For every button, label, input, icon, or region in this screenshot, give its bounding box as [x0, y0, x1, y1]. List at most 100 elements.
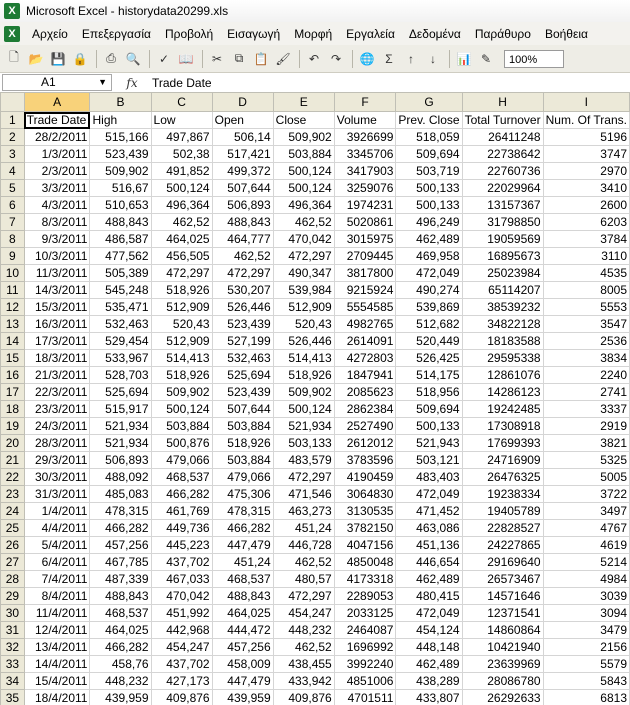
- row-header[interactable]: 18: [0, 400, 25, 418]
- cell-a23[interactable]: 31/3/2011: [23, 485, 91, 503]
- cell-e32[interactable]: 462,52: [272, 638, 335, 656]
- cell-a18[interactable]: 23/3/2011: [23, 400, 91, 418]
- cell-a16[interactable]: 21/3/2011: [23, 366, 91, 384]
- cell-c12[interactable]: 512,909: [150, 298, 213, 316]
- cell-i29[interactable]: 3039: [542, 587, 630, 605]
- cell-f17[interactable]: 2085623: [333, 383, 397, 401]
- cell-i35[interactable]: 6813: [542, 689, 630, 705]
- cell-f31[interactable]: 2464087: [333, 621, 397, 639]
- cell-a6[interactable]: 4/3/2011: [23, 196, 91, 214]
- cell-f13[interactable]: 4982765: [333, 315, 397, 333]
- cell-f4[interactable]: 3417903: [333, 162, 397, 180]
- cell-d1[interactable]: Open: [211, 111, 274, 129]
- cell-e15[interactable]: 514,413: [272, 349, 335, 367]
- cell-f19[interactable]: 2527490: [333, 417, 397, 435]
- cell-a26[interactable]: 5/4/2011: [23, 536, 91, 554]
- cell-g24[interactable]: 471,452: [395, 502, 463, 520]
- cell-h28[interactable]: 26573467: [461, 570, 544, 588]
- cell-d32[interactable]: 457,256: [211, 638, 274, 656]
- cell-h1[interactable]: Total Turnover: [461, 111, 544, 129]
- cell-h23[interactable]: 19238334: [461, 485, 544, 503]
- cell-f28[interactable]: 4173318: [333, 570, 397, 588]
- cell-d26[interactable]: 447,479: [211, 536, 274, 554]
- format-painter-icon[interactable]: 🖌: [273, 49, 293, 69]
- column-header-h[interactable]: H: [461, 92, 544, 112]
- cell-h11[interactable]: 65114207: [461, 281, 544, 299]
- cell-e16[interactable]: 518,926: [272, 366, 335, 384]
- cell-d13[interactable]: 523,439: [211, 315, 274, 333]
- cell-h4[interactable]: 22760736: [461, 162, 544, 180]
- cell-i25[interactable]: 4767: [542, 519, 630, 537]
- cell-c11[interactable]: 518,926: [150, 281, 213, 299]
- cell-d15[interactable]: 532,463: [211, 349, 274, 367]
- cell-i28[interactable]: 4984: [542, 570, 630, 588]
- cell-e18[interactable]: 500,124: [272, 400, 335, 418]
- cell-b19[interactable]: 521,934: [89, 417, 152, 435]
- cell-f8[interactable]: 3015975: [333, 230, 397, 248]
- cell-i23[interactable]: 3722: [542, 485, 630, 503]
- open-folder-icon[interactable]: 📂: [26, 49, 46, 69]
- column-header-a[interactable]: A: [23, 92, 91, 112]
- cell-h13[interactable]: 34822128: [461, 315, 544, 333]
- cell-c9[interactable]: 456,505: [150, 247, 213, 265]
- cell-b13[interactable]: 532,463: [89, 315, 152, 333]
- menu-edit[interactable]: Επεξεργασία: [76, 27, 159, 41]
- cell-h6[interactable]: 13157367: [461, 196, 544, 214]
- cell-i14[interactable]: 2536: [542, 332, 630, 350]
- cell-i5[interactable]: 3410: [542, 179, 630, 197]
- cell-d16[interactable]: 525,694: [211, 366, 274, 384]
- cell-g13[interactable]: 512,682: [395, 315, 463, 333]
- row-header[interactable]: 23: [0, 485, 25, 503]
- undo-icon[interactable]: ↶: [304, 49, 324, 69]
- cell-c16[interactable]: 518,926: [150, 366, 213, 384]
- cell-e33[interactable]: 438,455: [272, 655, 335, 673]
- cell-b28[interactable]: 487,339: [89, 570, 152, 588]
- cell-d3[interactable]: 517,421: [211, 145, 274, 163]
- cell-d12[interactable]: 526,446: [211, 298, 274, 316]
- cell-b33[interactable]: 458,76: [89, 655, 152, 673]
- chevron-down-icon[interactable]: ▼: [98, 75, 107, 90]
- cell-d10[interactable]: 472,297: [211, 264, 274, 282]
- cell-c13[interactable]: 520,43: [150, 315, 213, 333]
- cell-f22[interactable]: 4190459: [333, 468, 397, 486]
- row-header[interactable]: 20: [0, 434, 25, 452]
- cell-e13[interactable]: 520,43: [272, 315, 335, 333]
- cell-d28[interactable]: 468,537: [211, 570, 274, 588]
- cell-i34[interactable]: 5843: [542, 672, 630, 690]
- cell-i4[interactable]: 2970: [542, 162, 630, 180]
- cell-d11[interactable]: 530,207: [211, 281, 274, 299]
- cell-h18[interactable]: 19242485: [461, 400, 544, 418]
- cell-f15[interactable]: 4272803: [333, 349, 397, 367]
- cell-d35[interactable]: 439,959: [211, 689, 274, 705]
- cell-d17[interactable]: 523,439: [211, 383, 274, 401]
- column-header-f[interactable]: F: [333, 92, 397, 112]
- cell-i1[interactable]: Num. Of Trans.: [542, 111, 630, 129]
- cell-c31[interactable]: 442,968: [150, 621, 213, 639]
- research-icon[interactable]: 📖: [176, 49, 196, 69]
- cell-f30[interactable]: 2033125: [333, 604, 397, 622]
- cell-i2[interactable]: 5196: [542, 128, 630, 146]
- cell-c33[interactable]: 437,702: [150, 655, 213, 673]
- cell-d8[interactable]: 464,777: [211, 230, 274, 248]
- cell-b4[interactable]: 509,902: [89, 162, 152, 180]
- permission-icon[interactable]: 🔒: [70, 49, 90, 69]
- cell-h2[interactable]: 26411248: [461, 128, 544, 146]
- menu-window[interactable]: Παράθυρο: [469, 27, 539, 41]
- cell-a28[interactable]: 7/4/2011: [23, 570, 91, 588]
- cell-e10[interactable]: 490,347: [272, 264, 335, 282]
- row-header[interactable]: 22: [0, 468, 25, 486]
- new-document-icon[interactable]: 🗋: [4, 49, 24, 69]
- excel-icon[interactable]: X: [4, 25, 20, 42]
- cell-b5[interactable]: 516,67: [89, 179, 152, 197]
- cell-c18[interactable]: 500,124: [150, 400, 213, 418]
- cell-e20[interactable]: 503,133: [272, 434, 335, 452]
- row-header[interactable]: 2: [0, 128, 25, 146]
- cell-g23[interactable]: 472,049: [395, 485, 463, 503]
- cell-c4[interactable]: 491,852: [150, 162, 213, 180]
- cell-e35[interactable]: 409,876: [272, 689, 335, 705]
- hyperlink-icon[interactable]: 🌐: [357, 49, 377, 69]
- cell-i19[interactable]: 2919: [542, 417, 630, 435]
- cell-f14[interactable]: 2614091: [333, 332, 397, 350]
- cell-i18[interactable]: 3337: [542, 400, 630, 418]
- cell-h19[interactable]: 17308918: [461, 417, 544, 435]
